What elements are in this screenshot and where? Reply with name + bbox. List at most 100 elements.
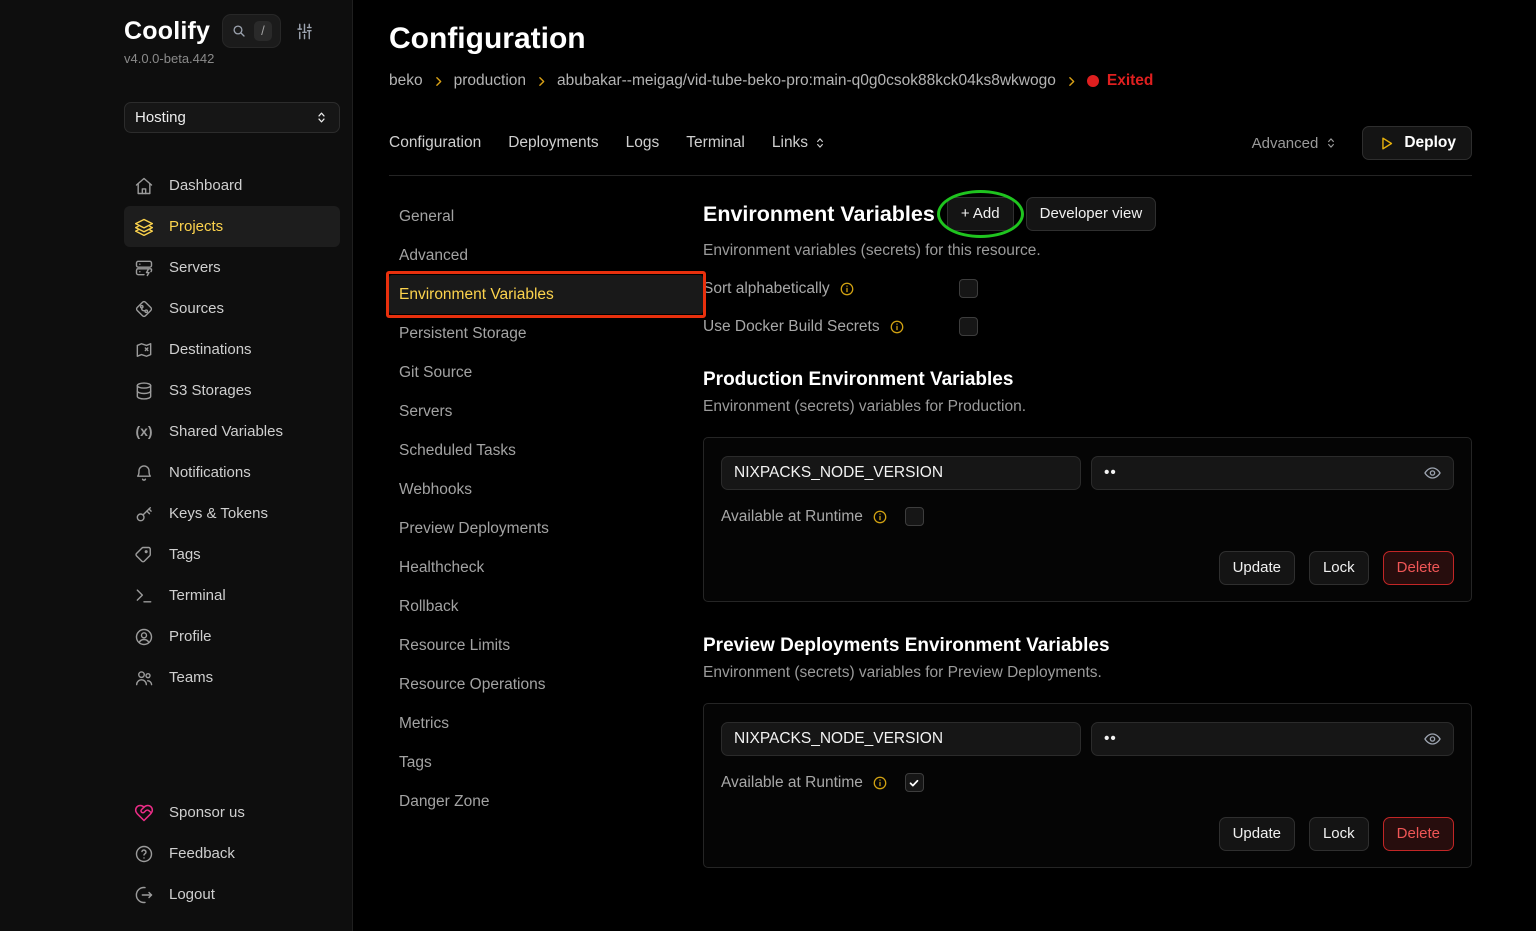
subnav-item-rollback[interactable]: Rollback [389,587,703,626]
available-at-runtime-checkbox[interactable] [905,507,924,526]
subnav-item-scheduled-tasks[interactable]: Scheduled Tasks [389,431,703,470]
heart-hands-icon [134,803,154,823]
sidebar-item-label: Shared Variables [169,421,283,442]
subnav-item-general[interactable]: General [389,197,703,236]
sidebar-item-terminal[interactable]: Terminal [124,575,340,616]
reveal-value-button[interactable] [1421,462,1444,485]
sidebar-item-teams[interactable]: Teams [124,657,340,698]
subnav-item-tags[interactable]: Tags [389,743,703,782]
info-icon [872,509,888,525]
status-text: Exited [1107,72,1154,90]
sidebar-item-logout[interactable]: Logout [124,874,340,915]
breadcrumb: beko production abubakar--meigag/vid-tub… [389,72,1472,90]
sidebar-footer: Sponsor us Feedback Logout [124,792,340,915]
docker-build-secrets-checkbox[interactable] [959,317,978,336]
subnav-item-git-source[interactable]: Git Source [389,353,703,392]
advanced-label: Advanced [1252,135,1319,152]
available-at-runtime-label: Available at Runtime [721,508,863,526]
deploy-button[interactable]: Deploy [1362,126,1472,160]
add-env-variable-button[interactable]: + Add [947,197,1014,231]
sidebar-item-sponsor[interactable]: Sponsor us [124,792,340,833]
breadcrumb-resource[interactable]: abubakar--meigag/vid-tube-beko-pro:main-… [557,72,1056,90]
env-value-input[interactable] [1091,722,1454,756]
production-section-heading: Production Environment Variables [703,369,1472,391]
map-icon [134,340,154,360]
users-icon [134,668,154,688]
advanced-dropdown[interactable]: Advanced [1252,135,1339,152]
sidebar-item-destinations[interactable]: Destinations [124,329,340,370]
sidebar-item-label: Sponsor us [169,802,245,823]
subnav-item-webhooks[interactable]: Webhooks [389,470,703,509]
sidebar-item-dashboard[interactable]: Dashboard [124,165,340,206]
update-button[interactable]: Update [1219,551,1295,585]
sidebar-item-profile[interactable]: Profile [124,616,340,657]
sidebar-item-notifications[interactable]: Notifications [124,452,340,493]
search-button[interactable]: / [222,14,281,48]
tab-configuration[interactable]: Configuration [389,132,481,154]
settings-subnav: General Advanced Environment Variables P… [389,197,703,931]
subnav-item-danger-zone[interactable]: Danger Zone [389,782,703,821]
breadcrumb-environment[interactable]: production [454,72,526,90]
tab-logs[interactable]: Logs [626,132,660,154]
key-icon [134,504,154,524]
sidebar-item-sources[interactable]: Sources [124,288,340,329]
sort-alphabetically-checkbox[interactable] [959,279,978,298]
available-at-runtime-checkbox[interactable] [905,773,924,792]
info-icon [889,319,905,335]
lock-button[interactable]: Lock [1309,551,1369,585]
settings-sliders-button[interactable] [293,20,316,43]
sidebar-item-s3-storages[interactable]: S3 Storages [124,370,340,411]
subnav-item-advanced[interactable]: Advanced [389,236,703,275]
subnav-item-servers[interactable]: Servers [389,392,703,431]
chevron-up-down-icon [1324,136,1338,150]
tab-deployments[interactable]: Deployments [508,132,598,154]
sidebar-item-label: Projects [169,216,223,237]
app-root: Coolify / v4.0.0-beta.442 Hosting [0,0,1536,931]
sidebar-item-projects[interactable]: Projects [124,206,340,247]
tags-icon [134,545,154,565]
subnav-item-resource-limits[interactable]: Resource Limits [389,626,703,665]
delete-button[interactable]: Delete [1383,817,1454,851]
sidebar-nav: Dashboard Projects Servers Sources Desti… [124,165,340,698]
subnav-item-healthcheck[interactable]: Healthcheck [389,548,703,587]
tab-terminal[interactable]: Terminal [686,132,745,154]
env-value-input[interactable] [1091,456,1454,490]
docker-build-secrets-row: Use Docker Build Secrets [703,317,1472,336]
search-icon [231,23,247,39]
sidebar-item-label: S3 Storages [169,380,252,401]
sidebar-item-shared-variables[interactable]: (x) Shared Variables [124,411,340,452]
sidebar-item-feedback[interactable]: Feedback [124,833,340,874]
user-circle-icon [134,627,154,647]
team-select[interactable]: Hosting [124,102,340,133]
env-name-input[interactable] [721,456,1081,490]
app-version: v4.0.0-beta.442 [124,51,340,66]
sliders-icon [295,22,314,41]
logout-icon [134,885,154,905]
page-title: Configuration [389,22,1472,56]
env-name-input[interactable] [721,722,1081,756]
env-variables-panel: Environment Variables + Add Developer vi… [703,197,1472,931]
sidebar-item-label: Feedback [169,843,235,864]
tab-links[interactable]: Links [772,132,827,154]
subnav-item-metrics[interactable]: Metrics [389,704,703,743]
bell-icon [134,463,154,483]
chevron-up-down-icon [813,136,827,150]
lock-button[interactable]: Lock [1309,817,1369,851]
sort-alphabetically-label: Sort alphabetically [703,280,830,298]
sidebar-item-servers[interactable]: Servers [124,247,340,288]
sidebar-item-tags[interactable]: Tags [124,534,340,575]
sidebar-item-label: Tags [169,544,201,565]
subnav-item-environment-variables[interactable]: Environment Variables [389,275,703,314]
sidebar-item-keys-tokens[interactable]: Keys & Tokens [124,493,340,534]
reveal-value-button[interactable] [1421,728,1444,751]
sidebar-item-label: Teams [169,667,213,688]
developer-view-button[interactable]: Developer view [1026,197,1157,231]
layers-icon [134,217,154,237]
subnav-item-preview-deployments[interactable]: Preview Deployments [389,509,703,548]
subnav-item-persistent-storage[interactable]: Persistent Storage [389,314,703,353]
delete-button[interactable]: Delete [1383,551,1454,585]
subnav-item-resource-operations[interactable]: Resource Operations [389,665,703,704]
breadcrumb-team[interactable]: beko [389,72,423,90]
update-button[interactable]: Update [1219,817,1295,851]
sidebar-item-label: Sources [169,298,224,319]
